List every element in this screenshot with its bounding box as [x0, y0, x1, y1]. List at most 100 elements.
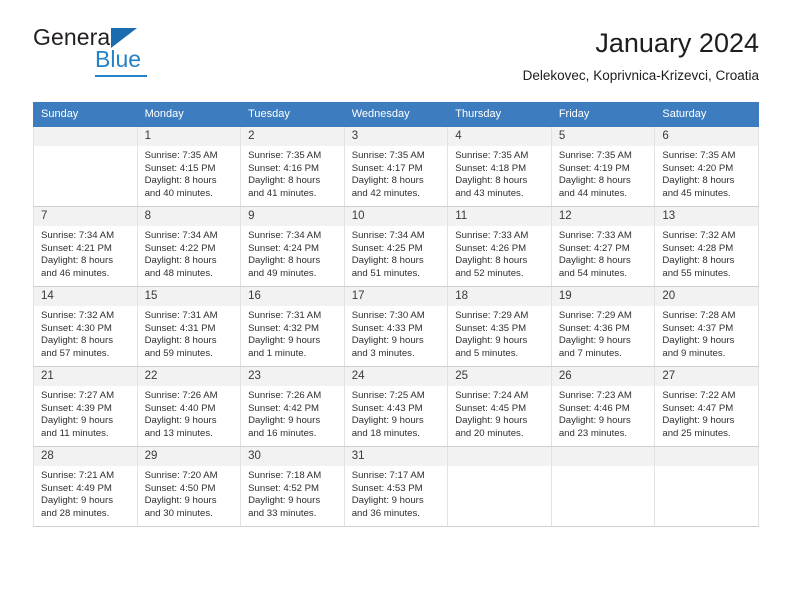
day-sunrise-text: Sunrise: 7:23 AM — [558, 390, 632, 401]
day-details: Sunrise: 7:29 AM Sunset: 4:35 PM Daylight:… — [448, 306, 551, 360]
calendar-day-cell[interactable]: 16 Sunrise: 7:31 AM Sunset: 4:32 PM Dayligh… — [240, 286, 345, 367]
calendar-day-cell[interactable]: 4 Sunrise: 7:35 AM Sunset: 4:18 PM Daylight… — [447, 126, 552, 207]
calendar-week-row: 1 Sunrise: 7:35 AM Sunset: 4:15 PM Daylight… — [33, 126, 759, 207]
day-details: Sunrise: 7:34 AM Sunset: 4:25 PM Daylight:… — [345, 226, 448, 280]
calendar-day-cell-empty — [447, 446, 552, 527]
day-sunrise-text: Sunrise: 7:25 AM — [351, 390, 425, 401]
day-number: 16 — [241, 287, 344, 306]
calendar-day-cell[interactable]: 26 Sunrise: 7:23 AM Sunset: 4:46 PM Dayligh… — [550, 366, 656, 447]
calendar-day-cell[interactable]: 9 Sunrise: 7:34 AM Sunset: 4:24 PM Daylight… — [240, 206, 345, 287]
day-number: 29 — [137, 447, 241, 466]
calendar-table: Sunday Monday Tuesday Wednesday Thursday… — [33, 102, 759, 527]
day-number: 6 — [655, 127, 758, 146]
day-daylight-text: and 54 minutes. — [558, 267, 628, 279]
day-details: Sunrise: 7:29 AM Sunset: 4:36 PM Daylight:… — [552, 306, 655, 360]
day-sunrise-text: Sunrise: 7:31 AM — [144, 310, 218, 321]
day-number: 12 — [551, 207, 655, 226]
day-sunset-text: Sunset: 4:30 PM — [41, 322, 112, 334]
calendar-day-cell[interactable]: 22 Sunrise: 7:26 AM Sunset: 4:40 PM Dayligh… — [136, 366, 242, 447]
day-daylight-text: and 36 minutes. — [351, 507, 420, 519]
day-sunset-text: Sunset: 4:20 PM — [662, 162, 734, 174]
day-daylight-text: Daylight: 8 hours — [248, 175, 321, 187]
day-daylight-text: and 11 minutes. — [41, 427, 109, 439]
calendar-day-cell[interactable]: 30 Sunrise: 7:18 AM Sunset: 4:52 PM Dayligh… — [240, 446, 345, 527]
calendar-day-cell[interactable]: 23 Sunrise: 7:26 AM Sunset: 4:42 PM Dayligh… — [240, 366, 345, 447]
calendar-day-cell[interactable]: 10 Sunrise: 7:34 AM Sunset: 4:25 PM Dayligh… — [343, 206, 449, 287]
weekday-header-sunday: Sunday — [33, 102, 138, 127]
calendar-day-cell[interactable]: 12 Sunrise: 7:33 AM Sunset: 4:27 PM Dayligh… — [550, 206, 656, 287]
day-daylight-text: and 28 minutes. — [41, 507, 110, 519]
day-sunset-text: Sunset: 4:33 PM — [351, 322, 423, 334]
calendar-day-cell[interactable]: 5 Sunrise: 7:35 AM Sunset: 4:19 PM Daylight… — [550, 126, 656, 207]
calendar-day-cell[interactable]: 13 Sunrise: 7:32 AM Sunset: 4:28 PM Dayligh… — [654, 206, 759, 287]
day-sunset-text: Sunset: 4:49 PM — [41, 482, 112, 494]
day-number: 10 — [344, 207, 448, 226]
day-sunrise-text: Sunrise: 7:20 AM — [144, 470, 218, 481]
calendar-day-cell[interactable]: 2 Sunrise: 7:35 AM Sunset: 4:16 PM Daylight… — [240, 126, 345, 207]
day-sunrise-text: Sunrise: 7:33 AM — [558, 230, 632, 241]
day-number: 8 — [137, 207, 241, 226]
calendar-day-cell[interactable]: 29 Sunrise: 7:20 AM Sunset: 4:50 PM Dayligh… — [136, 446, 242, 527]
day-details: Sunrise: 7:34 AM Sunset: 4:24 PM Daylight:… — [241, 226, 344, 280]
day-daylight-text: Daylight: 8 hours — [41, 255, 113, 267]
calendar-day-cell[interactable]: 31 Sunrise: 7:17 AM Sunset: 4:53 PM Dayligh… — [343, 446, 449, 527]
day-number: 7 — [34, 207, 137, 226]
day-details: Sunrise: 7:35 AM Sunset: 4:15 PM Daylight:… — [138, 146, 241, 200]
calendar-day-cell[interactable]: 3 Sunrise: 7:35 AM Sunset: 4:17 PM Daylight… — [343, 126, 449, 207]
calendar-day-cell[interactable]: 7 Sunrise: 7:34 AM Sunset: 4:21 PM Daylight… — [33, 206, 138, 287]
day-details: Sunrise: 7:35 AM Sunset: 4:16 PM Daylight:… — [241, 146, 344, 200]
calendar-day-cell[interactable]: 8 Sunrise: 7:34 AM Sunset: 4:22 PM Daylight… — [136, 206, 242, 287]
day-sunset-text: Sunset: 4:27 PM — [558, 242, 630, 254]
day-daylight-text: Daylight: 8 hours — [248, 255, 321, 267]
day-sunset-text: Sunset: 4:43 PM — [351, 402, 423, 414]
day-sunrise-text: Sunrise: 7:18 AM — [248, 470, 322, 481]
day-number: 4 — [448, 127, 551, 146]
calendar-day-cell[interactable]: 17 Sunrise: 7:30 AM Sunset: 4:33 PM Dayligh… — [343, 286, 449, 367]
calendar-day-cell[interactable]: 24 Sunrise: 7:25 AM Sunset: 4:43 PM Dayligh… — [343, 366, 449, 447]
day-sunset-text: Sunset: 4:19 PM — [558, 162, 630, 174]
day-details: Sunrise: 7:18 AM Sunset: 4:52 PM Daylight:… — [241, 466, 344, 520]
day-sunset-text: Sunset: 4:39 PM — [41, 402, 112, 414]
day-sunset-text: Sunset: 4:31 PM — [144, 322, 216, 334]
day-daylight-text: and 5 minutes. — [455, 347, 519, 359]
calendar-day-cell[interactable]: 28 Sunrise: 7:21 AM Sunset: 4:49 PM Dayligh… — [33, 446, 138, 527]
day-daylight-text: Daylight: 8 hours — [558, 255, 631, 267]
calendar-day-cell[interactable]: 25 Sunrise: 7:24 AM Sunset: 4:45 PM Dayligh… — [447, 366, 552, 447]
day-sunrise-text: Sunrise: 7:34 AM — [144, 230, 218, 241]
calendar-day-cell[interactable]: 20 Sunrise: 7:28 AM Sunset: 4:37 PM Dayligh… — [654, 286, 759, 367]
day-daylight-text: Daylight: 9 hours — [248, 415, 321, 427]
day-details: Sunrise: 7:33 AM Sunset: 4:27 PM Daylight:… — [552, 226, 655, 280]
day-daylight-text: Daylight: 9 hours — [351, 495, 424, 507]
calendar-day-cell-empty — [33, 126, 138, 207]
day-daylight-text: and 9 minutes. — [662, 347, 726, 359]
day-sunset-text: Sunset: 4:28 PM — [662, 242, 734, 254]
day-number: 24 — [344, 367, 448, 386]
calendar-day-cell[interactable]: 6 Sunrise: 7:35 AM Sunset: 4:20 PM Daylight… — [654, 126, 759, 207]
calendar-day-cell[interactable]: 15 Sunrise: 7:31 AM Sunset: 4:31 PM Dayligh… — [136, 286, 242, 367]
day-sunset-text: Sunset: 4:21 PM — [41, 242, 112, 254]
day-daylight-text: Daylight: 8 hours — [558, 175, 631, 187]
day-sunset-text: Sunset: 4:35 PM — [455, 322, 527, 334]
day-daylight-text: Daylight: 9 hours — [351, 415, 424, 427]
day-daylight-text: and 25 minutes. — [662, 427, 731, 439]
day-sunset-text: Sunset: 4:53 PM — [351, 482, 423, 494]
day-sunrise-text: Sunrise: 7:35 AM — [351, 150, 425, 161]
calendar-week-row: 28 Sunrise: 7:21 AM Sunset: 4:49 PM Dayligh… — [33, 446, 759, 527]
title-block: January 2024 Delekovec, Koprivnica-Krize… — [523, 26, 759, 84]
calendar-day-cell[interactable]: 1 Sunrise: 7:35 AM Sunset: 4:15 PM Daylight… — [136, 126, 242, 207]
day-daylight-text: Daylight: 9 hours — [351, 335, 424, 347]
day-details: Sunrise: 7:24 AM Sunset: 4:45 PM Daylight:… — [448, 386, 551, 440]
general-blue-logo: General Blue — [33, 26, 213, 82]
calendar-day-cell[interactable]: 27 Sunrise: 7:22 AM Sunset: 4:47 PM Dayligh… — [654, 366, 759, 447]
day-daylight-text: and 44 minutes. — [558, 187, 628, 199]
calendar-day-cell[interactable]: 18 Sunrise: 7:29 AM Sunset: 4:35 PM Dayligh… — [447, 286, 552, 367]
day-details: Sunrise: 7:26 AM Sunset: 4:42 PM Daylight:… — [241, 386, 344, 440]
day-sunrise-text: Sunrise: 7:17 AM — [351, 470, 425, 481]
calendar-day-cell[interactable]: 21 Sunrise: 7:27 AM Sunset: 4:39 PM Dayligh… — [33, 366, 138, 447]
calendar-day-cell[interactable]: 19 Sunrise: 7:29 AM Sunset: 4:36 PM Dayligh… — [550, 286, 656, 367]
day-number: 9 — [241, 207, 344, 226]
day-sunrise-text: Sunrise: 7:35 AM — [455, 150, 529, 161]
calendar-day-cell[interactable]: 14 Sunrise: 7:32 AM Sunset: 4:30 PM Dayligh… — [33, 286, 138, 367]
day-daylight-text: and 18 minutes. — [351, 427, 420, 439]
calendar-day-cell[interactable]: 11 Sunrise: 7:33 AM Sunset: 4:26 PM Dayligh… — [447, 206, 552, 287]
